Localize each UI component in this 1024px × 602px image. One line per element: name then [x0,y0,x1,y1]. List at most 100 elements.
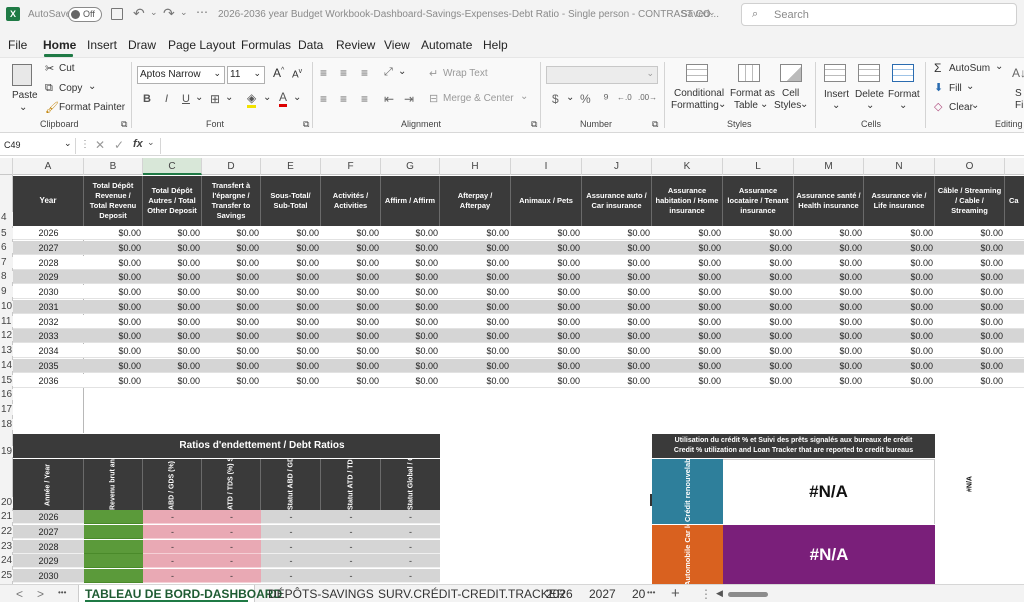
increase-decimal-icon[interactable]: ←.0 [617,93,632,102]
percent-icon[interactable]: % [580,92,591,106]
amount-cell[interactable]: $0.00 [261,376,321,386]
tab-savings[interactable]: DÉPÔTS-SAVINGS [268,587,374,601]
amount-cell[interactable]: $0.00 [440,272,511,282]
row-header[interactable]: 22 [0,526,13,537]
amount-cell[interactable]: $0.00 [582,361,652,371]
amount-cell[interactable]: $0.00 [381,258,440,268]
align-top-icon[interactable]: ≡ [320,66,327,80]
cell-styles-dropdown-icon[interactable]: ⌄ [800,99,808,110]
year-cell[interactable]: 2033 [13,331,84,341]
formula-input[interactable] [160,138,1024,154]
amount-cell[interactable]: $0.00 [84,228,143,238]
ratio-cell[interactable]: - [143,569,202,583]
amount-cell[interactable]: $0.00 [864,302,935,312]
year-cell[interactable]: 2032 [13,317,84,327]
currency-dropdown-icon[interactable]: ⌄ [566,92,574,103]
amount-cell[interactable]: $0.00 [261,331,321,341]
amount-cell[interactable]: $0.00 [321,317,381,327]
column-header-c[interactable]: C [143,158,202,175]
amount-cell[interactable]: $0.00 [381,243,440,253]
menu-file[interactable]: File [8,38,27,52]
gross-revenue-cell[interactable] [84,569,143,583]
gross-revenue-cell[interactable] [84,525,143,539]
ratio-cell[interactable]: - [202,569,261,583]
row-header[interactable]: 21 [0,511,13,522]
amount-cell[interactable]: $0.00 [440,287,511,297]
amount-cell[interactable]: $0.00 [723,287,794,297]
amount-cell[interactable]: $0.00 [84,243,143,253]
amount-cell[interactable]: $0.00 [84,376,143,386]
ratio-cell[interactable]: - [143,525,202,539]
amount-cell[interactable]: $0.00 [794,302,864,312]
row-header[interactable]: 13 [0,345,13,356]
amount-cell[interactable]: $0.00 [321,376,381,386]
clear-label[interactable]: Clear [949,102,973,113]
bold-icon[interactable]: B [143,93,151,105]
amount-cell[interactable]: $0.00 [381,287,440,297]
paste-label[interactable]: Paste [12,90,38,101]
amount-cell[interactable]: $0.00 [202,272,261,282]
amount-cell[interactable]: $0.00 [202,376,261,386]
ratio-cell[interactable]: - [261,554,321,568]
paste-dropdown-icon[interactable]: ⌄ [19,102,27,113]
menu-automate[interactable]: Automate [421,38,472,52]
italic-icon[interactable]: I [165,93,168,105]
format-as-table-label-2[interactable]: Table [734,100,758,111]
amount-cell[interactable]: $0.00 [202,258,261,268]
ratio-cell[interactable]: - [202,540,261,554]
column-header-k[interactable]: K [652,158,723,175]
amount-cell[interactable]: $0.00 [652,317,723,327]
column-header-a[interactable]: A [13,158,84,175]
amount-cell[interactable]: $0.00 [935,376,1005,386]
amount-cell[interactable]: $0.00 [794,287,864,297]
increase-font-icon[interactable]: A^ [273,66,284,80]
debt-year-cell[interactable]: 2028 [13,542,84,552]
amount-cell[interactable]: $0.00 [381,361,440,371]
select-all-corner[interactable] [0,158,13,175]
tab-more-icon[interactable]: ••• [58,588,66,597]
row-header[interactable]: 9 [0,286,13,297]
font-size-box[interactable]: 11 ⌄ [227,66,265,84]
row-header[interactable]: 8 [0,271,13,282]
insert-function-dropdown-icon[interactable]: ⌄ [147,137,155,148]
column-header-n[interactable]: N [864,158,935,175]
autosum-dropdown-icon[interactable]: ⌄ [995,61,1003,72]
amount-cell[interactable]: $0.00 [381,346,440,356]
row-header[interactable]: 5 [0,228,13,239]
tabs-menu-icon[interactable]: ⋮ [700,587,712,601]
row-header[interactable]: 15 [0,375,13,386]
amount-cell[interactable]: $0.00 [582,302,652,312]
amount-cell[interactable]: $0.00 [935,317,1005,327]
amount-cell[interactable]: $0.00 [511,287,582,297]
horizontal-scrollbar[interactable] [728,592,768,597]
amount-cell[interactable]: $0.00 [143,302,202,312]
amount-cell[interactable]: $0.00 [864,346,935,356]
amount-cell[interactable]: $0.00 [723,361,794,371]
year-cell[interactable]: 2034 [13,346,84,356]
tab-overflow-icon[interactable]: ••• [647,588,655,597]
amount-cell[interactable]: $0.00 [440,228,511,238]
document-title[interactable]: 2026-2036 year Budget Workbook-Dashboard… [218,9,719,20]
alignment-launcher-icon[interactable]: ⧉ [531,119,537,130]
amount-cell[interactable]: $0.00 [440,302,511,312]
amount-cell[interactable]: $0.00 [84,346,143,356]
cancel-formula-icon[interactable]: ✕ [95,138,105,152]
tab-dashboard[interactable]: TABLEAU DE BORD-DASHBOARD [85,587,282,601]
column-header-g[interactable]: G [381,158,440,175]
currency-icon[interactable]: $ [552,92,559,106]
amount-cell[interactable]: $0.00 [864,272,935,282]
sort-filter-label[interactable]: S [1015,88,1022,99]
align-bottom-icon[interactable]: ≡ [361,66,368,80]
insert-function-icon[interactable]: fx [133,138,143,150]
year-cell[interactable]: 2030 [13,287,84,297]
amount-cell[interactable]: $0.00 [321,331,381,341]
amount-cell[interactable]: $0.00 [935,243,1005,253]
menu-data[interactable]: Data [298,38,323,52]
format-cells-label[interactable]: Format [888,89,920,100]
font-color-icon[interactable]: A [279,90,288,107]
amount-cell[interactable]: $0.00 [84,258,143,268]
amount-cell[interactable]: $0.00 [794,272,864,282]
borders-dropdown-icon[interactable]: ⌄ [225,92,233,103]
row-header[interactable]: 11 [0,316,13,327]
decrease-decimal-icon[interactable]: .00→ [638,93,657,102]
